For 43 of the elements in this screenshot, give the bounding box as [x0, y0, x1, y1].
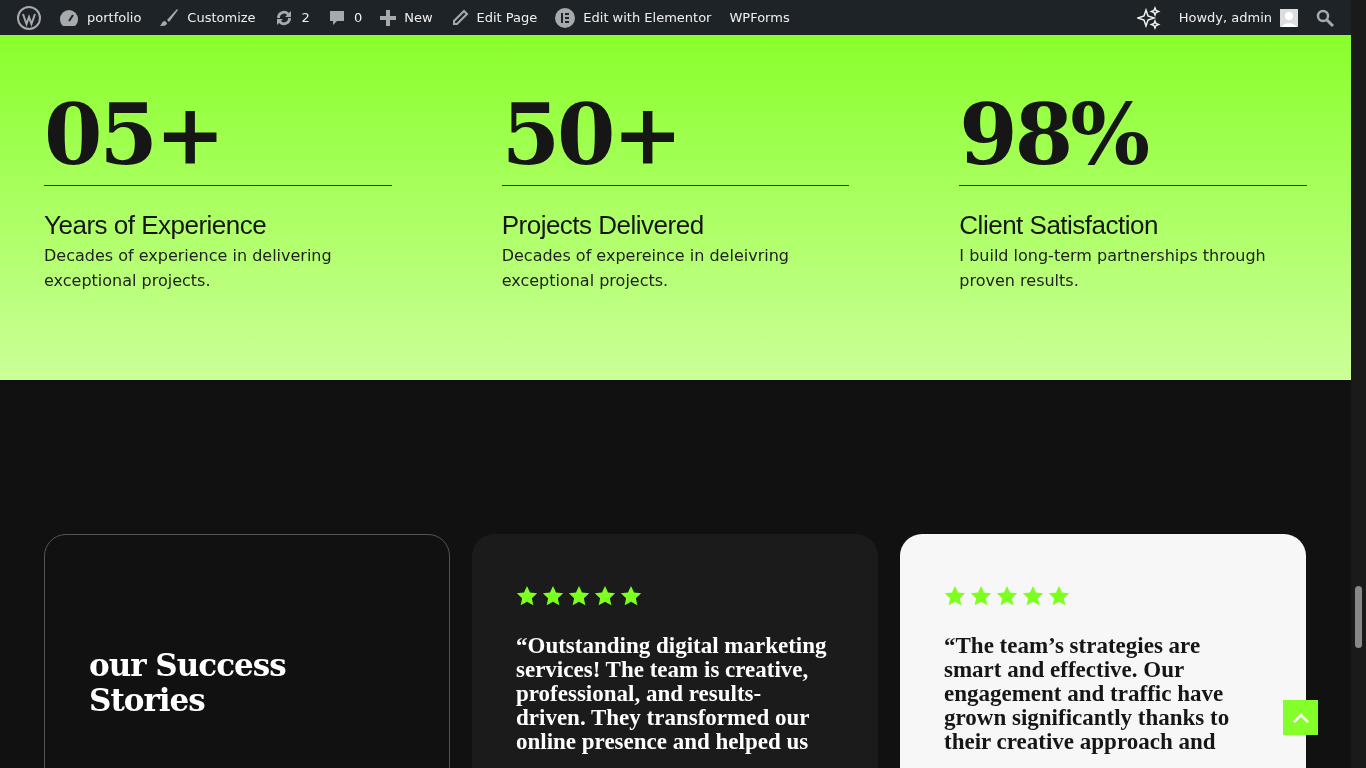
- stat-description: Decades of expereince in deleivring exceptional projects.: [501, 245, 790, 292]
- admin-bar-item[interactable]: 0: [318, 0, 372, 35]
- stat-title: Projects Delivered: [501, 210, 705, 241]
- admin-bar-item[interactable]: Edit Page: [441, 0, 547, 35]
- account-menu[interactable]: Howdy, admin: [1169, 0, 1307, 35]
- plus-icon: [380, 9, 397, 26]
- stat-description: Decades of experience in delivering exceptional projects.: [44, 245, 333, 292]
- chevron-up-icon: [1291, 711, 1310, 724]
- testimonial-quote: “The team’s strategies are smart and effective. Our engagement and traffic have grown significantly thanks to their creative approach and: [944, 634, 1231, 754]
- stat-number: 50+: [501, 85, 850, 186]
- star-icon: [542, 586, 564, 606]
- admin-bar-item[interactable]: Edit with Elementor: [546, 0, 721, 35]
- star-icon: [944, 586, 966, 606]
- stat-description: I build long-term partnerships through proven results.: [959, 245, 1267, 292]
- stat-number: 98%: [959, 85, 1307, 186]
- admin-bar-item[interactable]: WPForms: [720, 0, 799, 35]
- section-heading: our Success Stories: [89, 648, 287, 718]
- search-icon: [1316, 8, 1334, 27]
- admin-bar-item[interactable]: 2: [264, 0, 319, 35]
- star-icon: [1022, 586, 1044, 606]
- pencil-icon: [450, 8, 469, 27]
- sparkle-icon: [1136, 5, 1161, 30]
- star-icon: [568, 586, 590, 606]
- star-icon: [970, 586, 992, 606]
- elementor-icon: [555, 7, 576, 28]
- wordpress-logo-icon: [17, 5, 41, 30]
- stat-title: Client Satisfaction: [959, 210, 1159, 241]
- brush-icon: [159, 7, 180, 28]
- admin-bar-item[interactable]: portfolio: [50, 0, 151, 35]
- scrollbar[interactable]: [1351, 0, 1366, 768]
- comment-icon: [327, 8, 346, 27]
- admin-bar-item[interactable]: New: [371, 0, 442, 35]
- testimonial-quote: “Outstanding digital marketing services! The team is creative, professional, and results-driven. They transformed our online presence and helped us: [516, 634, 828, 754]
- stat-number: 05+: [44, 85, 392, 186]
- admin-bar-item[interactable]: Customize: [150, 0, 265, 35]
- star-icon: [516, 586, 538, 606]
- star-icon: [594, 586, 616, 606]
- avatar-icon: [1280, 8, 1298, 27]
- stat-title: Years of Experience: [44, 210, 268, 241]
- star-icon: [620, 586, 642, 606]
- star-icon: [996, 586, 1018, 606]
- gauge-icon: [59, 8, 79, 27]
- star-icon: [1048, 586, 1070, 606]
